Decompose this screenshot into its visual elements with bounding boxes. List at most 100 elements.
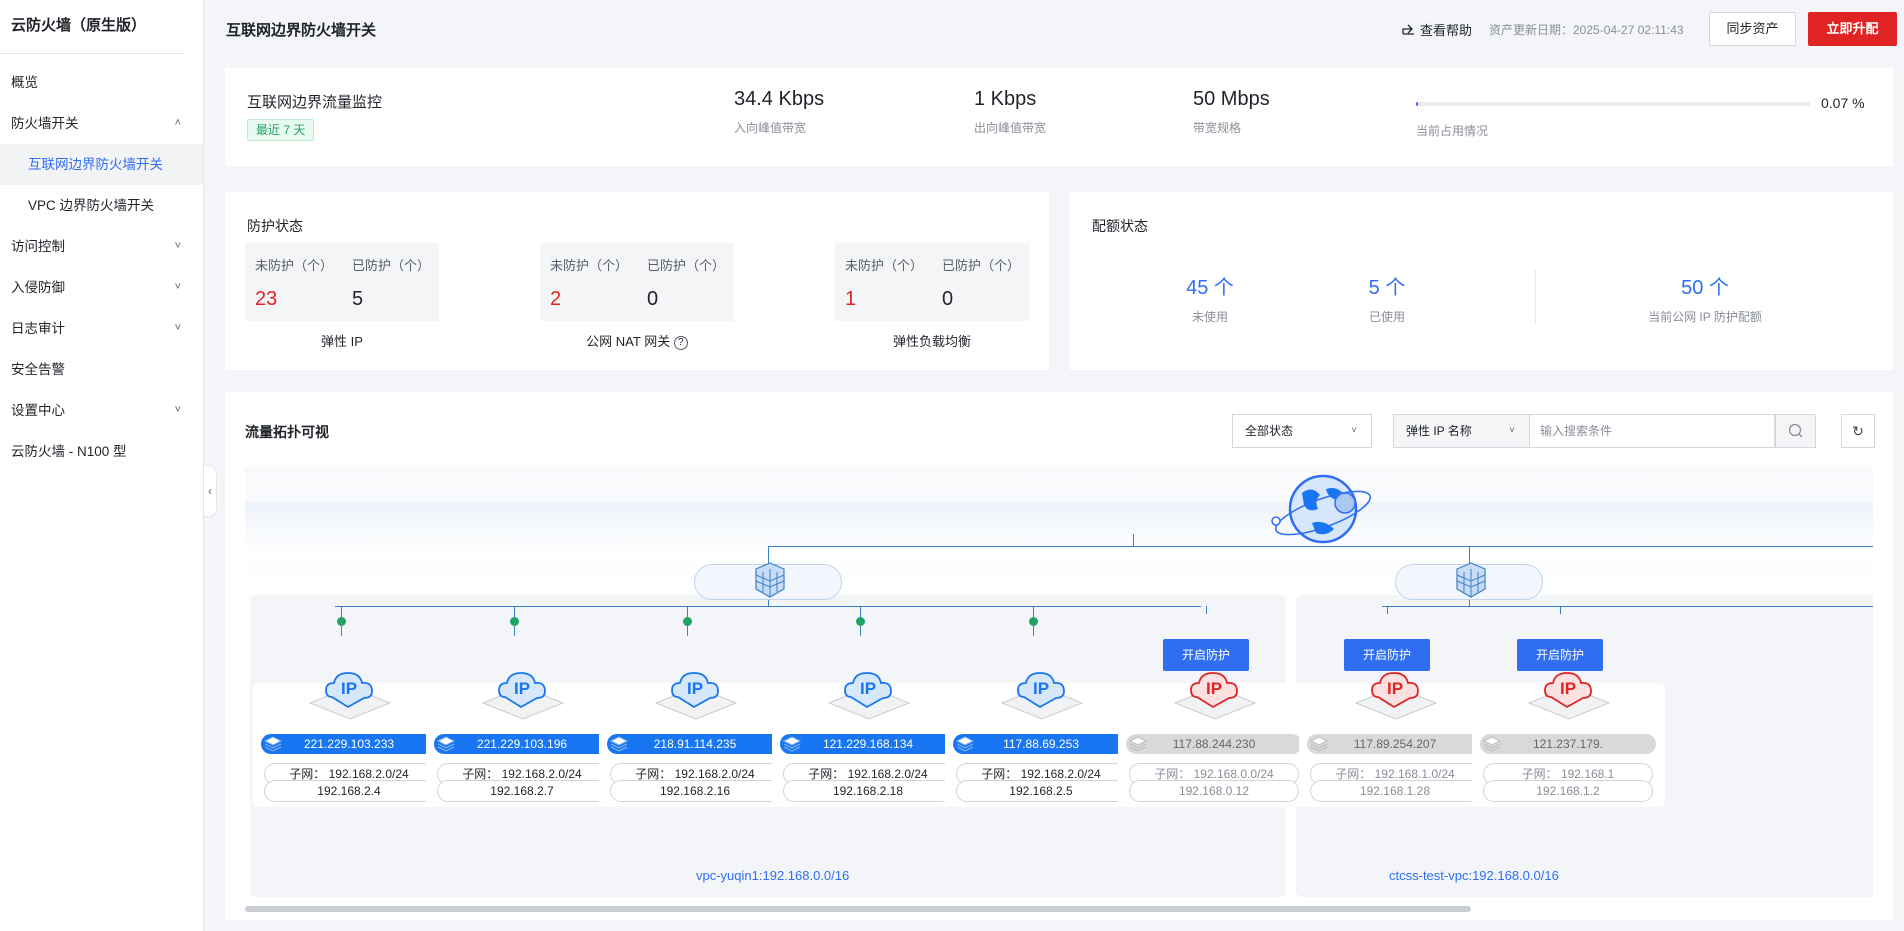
- traffic-topology-card: 流量拓扑可视 全部状态 ˅ 弹性 IP 名称 ˅ ↻: [225, 392, 1893, 920]
- eip-node-card[interactable]: IP 117.89.254.207 子网： 192.168.1.0/24 192.16…: [1299, 672, 1492, 807]
- search-type-value: 弹性 IP 名称: [1406, 424, 1472, 438]
- topology-canvas[interactable]: vpc-yuqin1:192.168.0.0/16 ctcss-test-vpc…: [245, 467, 1873, 907]
- sync-assets-button[interactable]: 同步资产: [1709, 12, 1796, 46]
- help-link[interactable]: 查看帮助: [1402, 20, 1472, 39]
- chevron-up-icon: ˄: [174, 117, 181, 129]
- protected-status-dot: [683, 617, 692, 626]
- server-icon: [1309, 735, 1329, 759]
- usage-percent: 0.07 %: [1821, 95, 1865, 111]
- status-filter-select[interactable]: 全部状态 ˅: [1232, 414, 1372, 448]
- private-ip-pill: 192.168.2.4: [264, 780, 434, 802]
- sidebar-item-vpc-firewall[interactable]: VPC 边界防火墙开关: [0, 185, 203, 226]
- eip-node-card[interactable]: IP 121.229.168.134 子网： 192.168.2.0/24 192.1…: [772, 672, 965, 807]
- quota-total: 50 个 当前公网 IP 防护配额: [1630, 271, 1780, 325]
- protected-status-dot: [1029, 617, 1038, 626]
- unprotected-count[interactable]: 23: [255, 288, 333, 311]
- server-icon: [1482, 735, 1502, 759]
- private-ip-pill: 192.168.0.12: [1129, 780, 1299, 802]
- quota-status-card: 配额状态 45 个 未使用 5 个 已使用 50 个 当前公网 IP 防护配额: [1070, 192, 1893, 370]
- protected-count[interactable]: 5: [352, 288, 430, 311]
- sidebar-item-internet-firewall[interactable]: 互联网边界防火墙开关: [0, 144, 203, 185]
- protected-col: 已防护（个） 0: [942, 255, 1020, 311]
- sidebar-item-overview[interactable]: 概览: [0, 62, 203, 103]
- protection-status-card: 防护状态 未防护（个） 23 已防护（个） 5 弹性 IP 未防护（个） 2 已…: [225, 192, 1049, 370]
- eip-protection-group: 未防护（个） 23 已防护（个） 5 弹性 IP: [245, 243, 439, 350]
- ip-cloud-unprotected-icon: IP: [1173, 667, 1257, 724]
- eip-address-pill: 121.229.168.134: [780, 734, 956, 754]
- sidebar-item-intrusion-prevention[interactable]: 入侵防御 ˅: [0, 267, 203, 308]
- unprotected-count[interactable]: 2: [550, 288, 628, 311]
- protected-label: 已防护（个）: [352, 258, 431, 273]
- sidebar-item-label: 入侵防御: [11, 280, 65, 295]
- bandwidth-spec-metric: 50 Mbps 带宽规格: [1193, 88, 1270, 136]
- group-caption: 公网 NAT 网关: [586, 334, 671, 349]
- eip-node-card[interactable]: IP 121.237.179. 子网： 192.168.1 192.168.1.2: [1472, 672, 1665, 807]
- quota-total-label: 当前公网 IP 防护配额: [1648, 310, 1762, 324]
- connector-line: [1387, 606, 1388, 614]
- svg-text:IP: IP: [1206, 679, 1222, 698]
- eip-address-pill: 121.237.179.: [1480, 734, 1656, 754]
- sidebar-item-access-control[interactable]: 访问控制 ˅: [0, 226, 203, 267]
- svg-text:IP: IP: [687, 679, 703, 698]
- ip-cloud-protected-icon: IP: [827, 667, 911, 724]
- private-ip-pill: 192.168.1.28: [1310, 780, 1480, 802]
- sidebar-item-firewall-switch[interactable]: 防火墙开关 ˄: [0, 103, 203, 144]
- quota-unused-label: 未使用: [1191, 310, 1228, 324]
- sidebar-item-label: 防火墙开关: [11, 116, 79, 131]
- private-ip-pill: 192.168.2.18: [783, 780, 953, 802]
- sidebar: 云防火墙（原生版） 概览 防火墙开关 ˄ 互联网边界防火墙开关 VPC 边界防火…: [0, 0, 204, 931]
- sidebar-item-security-alerts[interactable]: 安全告警: [0, 349, 203, 390]
- stat-box: 未防护（个） 1 已防护（个） 0: [835, 243, 1029, 321]
- topology-title: 流量拓扑可视: [245, 424, 329, 440]
- eip-address: 221.229.103.233: [303, 737, 395, 751]
- firewall-icon: [1456, 562, 1486, 598]
- firewall-node-1[interactable]: [694, 562, 842, 600]
- search-input[interactable]: [1530, 414, 1775, 448]
- eip-address: 121.229.168.134: [822, 737, 914, 751]
- sidebar-item-label: 日志审计: [11, 321, 65, 336]
- eip-address-pill: 221.229.103.196: [434, 734, 610, 754]
- chevron-down-icon: ˅: [1509, 425, 1515, 436]
- eip-node-card[interactable]: IP 221.229.103.196 子网： 192.168.2.0/24 192.1…: [426, 672, 619, 807]
- ip-cloud-protected-icon: IP: [481, 667, 565, 724]
- eip-address-pill: 117.89.254.207: [1307, 734, 1483, 754]
- unprotected-col: 未防护（个） 2: [550, 255, 628, 311]
- firewall-node-2[interactable]: [1395, 562, 1543, 600]
- sidebar-item-n100[interactable]: 云防火墙 - N100 型: [0, 431, 203, 472]
- sidebar-collapse-handle[interactable]: ‹: [204, 465, 217, 517]
- eip-node-card[interactable]: IP 221.229.103.233 子网： 192.168.2.0/24 192.1…: [253, 672, 446, 807]
- refresh-button[interactable]: ↻: [1841, 414, 1875, 448]
- quota-unused: 45 个 未使用: [1160, 271, 1260, 325]
- sidebar-item-label: 设置中心: [11, 403, 65, 418]
- sidebar-item-log-audit[interactable]: 日志审计 ˅: [0, 308, 203, 349]
- help-question-icon[interactable]: ?: [673, 336, 688, 350]
- eip-node-card[interactable]: IP 218.91.114.235 子网： 192.168.2.0/24 192.16…: [599, 672, 792, 807]
- horizontal-scrollbar[interactable]: [245, 906, 1471, 912]
- search-type-select[interactable]: 弹性 IP 名称 ˅: [1393, 414, 1530, 448]
- upgrade-button[interactable]: 立即升配: [1808, 12, 1897, 46]
- server-icon: [436, 735, 456, 759]
- search-icon: [1788, 423, 1803, 438]
- vpc-label: vpc-yuqin1:192.168.0.0/16: [696, 868, 850, 883]
- protected-count[interactable]: 0: [647, 288, 725, 311]
- sidebar-item-settings[interactable]: 设置中心 ˅: [0, 390, 203, 431]
- eip-node-card[interactable]: IP 117.88.244.230 子网： 192.168.0.0/24 192.16…: [1118, 672, 1311, 807]
- eip-address-pill: 221.229.103.233: [261, 734, 437, 754]
- outbound-peak-metric: 1 Kbps 出向峰值带宽: [974, 88, 1046, 136]
- unprotected-count[interactable]: 1: [845, 288, 923, 311]
- search-button[interactable]: [1775, 414, 1816, 448]
- inbound-peak-metric: 34.4 Kbps 入向峰值带宽: [734, 88, 824, 136]
- time-range-tag: 最近 7 天: [247, 119, 315, 141]
- unprotected-label: 未防护（个）: [845, 258, 924, 273]
- private-ip-pill: 192.168.2.16: [610, 780, 780, 802]
- connector-line: [1133, 534, 1134, 546]
- quota-used: 5 个 已使用: [1337, 271, 1437, 325]
- stat-box: 未防护（个） 2 已防护（个） 0: [540, 243, 734, 321]
- protected-count[interactable]: 0: [942, 288, 1020, 311]
- ip-cloud-unprotected-icon: IP: [1354, 667, 1438, 724]
- eip-node-card[interactable]: IP 117.88.69.253 子网： 192.168.2.0/24 192.168…: [945, 672, 1138, 807]
- outbound-peak-label: 出向峰值带宽: [974, 121, 1047, 135]
- eip-address: 218.91.114.235: [653, 737, 737, 751]
- ip-cloud-protected-icon: IP: [308, 667, 392, 724]
- internet-globe-icon: [1271, 474, 1371, 544]
